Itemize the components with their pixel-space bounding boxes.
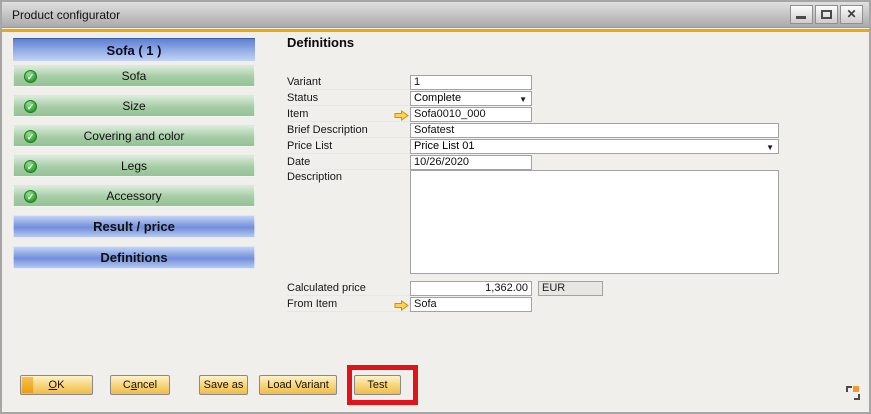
chevron-down-icon: ▼ [519, 95, 527, 104]
sidebar-item-size[interactable]: ✓ Size [13, 95, 255, 117]
check-icon: ✓ [24, 190, 37, 203]
form-row-price-list: Price List Price List 01 ▼ [287, 138, 779, 154]
check-icon: ✓ [24, 70, 37, 83]
sidebar-item-covering-and-color[interactable]: ✓ Covering and color [13, 125, 255, 147]
chevron-down-icon: ▼ [766, 143, 774, 152]
brief-description-label: Brief Description [287, 123, 410, 138]
price-list-select[interactable]: Price List 01 ▼ [410, 139, 779, 154]
status-select[interactable]: Complete ▼ [410, 91, 532, 106]
form-row-date: Date [287, 154, 532, 170]
sidebar-item-label: Legs [121, 159, 147, 173]
item-link-arrow-icon[interactable] [394, 108, 409, 119]
from-item-link-arrow-icon[interactable] [394, 298, 409, 309]
minimize-button[interactable] [790, 5, 813, 24]
sidebar-item-label: Accessory [106, 189, 161, 203]
close-icon: ✕ [846, 7, 856, 21]
load-variant-button-label: Load Variant [267, 379, 329, 391]
page-title: Definitions [287, 35, 354, 50]
form-row-calculated-price: Calculated price EUR [287, 280, 603, 296]
sidebar-item-accessory[interactable]: ✓ Accessory [13, 185, 255, 207]
test-button-label: Test [367, 379, 387, 391]
maximize-button[interactable] [815, 5, 838, 24]
resize-grip-icon[interactable] [846, 386, 860, 400]
sidebar-item-legs[interactable]: ✓ Legs [13, 155, 255, 177]
load-variant-button[interactable]: Load Variant [259, 375, 337, 395]
description-field[interactable] [410, 170, 779, 274]
sidebar-item-label: Size [122, 99, 145, 113]
status-label: Status [287, 91, 410, 106]
sidebar-item-label: Result / price [93, 219, 175, 234]
brief-description-field[interactable] [410, 123, 779, 138]
cancel-button[interactable]: Cancel [110, 375, 170, 395]
from-item-label: From Item [287, 297, 410, 312]
sidebar-item-label: Covering and color [84, 129, 185, 143]
description-label: Description [287, 170, 410, 185]
check-icon: ✓ [24, 160, 37, 173]
active-form-accent-bar [2, 29, 869, 32]
form-row-brief-description: Brief Description [287, 122, 779, 138]
check-icon: ✓ [24, 130, 37, 143]
cancel-button-label: C [123, 379, 131, 391]
sidebar-item-definitions[interactable]: Definitions [13, 246, 255, 269]
maximize-icon [821, 10, 832, 19]
calculated-price-field[interactable] [410, 281, 532, 296]
close-button[interactable]: ✕ [840, 5, 863, 24]
sidebar-header-label: Sofa ( 1 ) [107, 43, 162, 58]
price-list-label: Price List [287, 139, 410, 154]
ok-button[interactable]: OK [20, 375, 93, 395]
form-row-from-item: From Item [287, 296, 532, 312]
item-field[interactable] [410, 107, 532, 122]
date-label: Date [287, 155, 410, 170]
check-icon: ✓ [24, 100, 37, 113]
sidebar-header-sofa[interactable]: Sofa ( 1 ) [13, 38, 255, 61]
status-value: Complete [414, 92, 461, 104]
save-as-button-label: Save as [204, 379, 244, 391]
form-row-item: Item [287, 106, 532, 122]
minimize-icon [796, 16, 806, 19]
product-configurator-window: Product configurator ✕ Sofa ( 1 ) ✓ Sofa… [0, 0, 871, 414]
sidebar-item-result-price[interactable]: Result / price [13, 215, 255, 238]
sidebar-item-label: Sofa [122, 69, 147, 83]
test-button[interactable]: Test [354, 375, 401, 395]
currency-badge: EUR [538, 281, 603, 296]
window-title: Product configurator [12, 2, 120, 28]
form-row-description: Description [287, 170, 779, 186]
title-bar: Product configurator ✕ [2, 2, 869, 28]
save-as-button[interactable]: Save as [199, 375, 248, 395]
form-row-variant: Variant [287, 74, 532, 90]
date-field[interactable] [410, 155, 532, 170]
form-row-status: Status Complete ▼ [287, 90, 532, 106]
from-item-field[interactable] [410, 297, 532, 312]
default-button-accent [22, 377, 33, 393]
sidebar-item-label: Definitions [100, 250, 167, 265]
sidebar-item-sofa[interactable]: ✓ Sofa [13, 65, 255, 87]
calculated-price-label: Calculated price [287, 281, 410, 296]
price-list-value: Price List 01 [414, 140, 475, 152]
variant-label: Variant [287, 75, 410, 90]
item-label: Item [287, 107, 410, 122]
variant-field[interactable] [410, 75, 532, 90]
